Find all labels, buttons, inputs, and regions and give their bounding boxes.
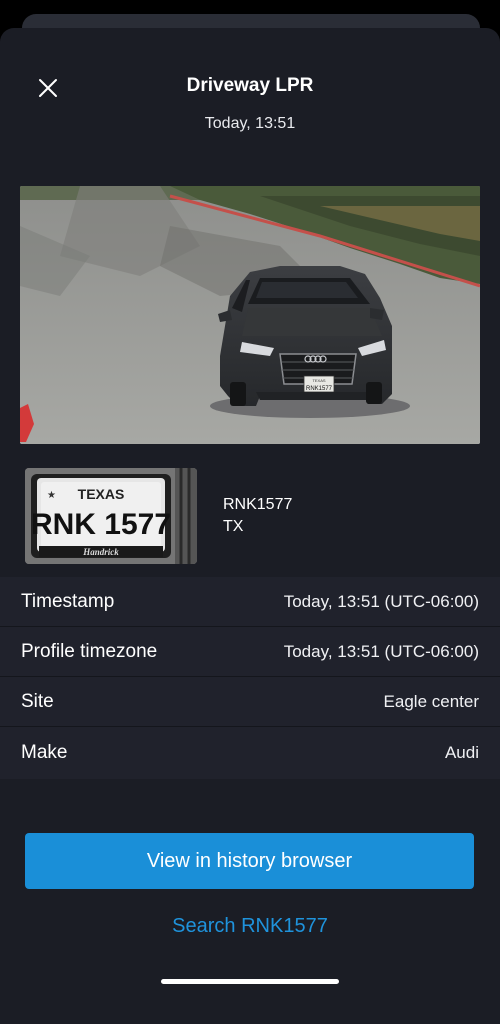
event-time: Today, 13:51 — [204, 115, 296, 132]
detail-label: Site — [21, 690, 54, 712]
snapshot-image: TEXAS RNK1577 — [20, 186, 480, 444]
home-indicator[interactable] — [161, 979, 339, 984]
detail-row-site: Site Eagle center — [0, 677, 500, 727]
detail-row-timestamp: Timestamp Today, 13:51 (UTC-06:00) — [0, 577, 500, 627]
detail-value: Audi — [444, 743, 479, 762]
detail-value: Eagle center — [383, 691, 479, 711]
search-plate-link[interactable]: Search RNK1577 — [0, 915, 500, 938]
plate-info: RNK1577 TX — [223, 494, 292, 538]
detail-label: Profile timezone — [21, 640, 158, 662]
event-detail-sheet: Driveway LPR Today, 13:51 TEXAS RNK1577 … — [0, 28, 500, 1024]
detail-label: Timestamp — [21, 590, 115, 612]
plate-crop-state: TEXAS — [78, 486, 125, 502]
plate-crop-number: RNK 1577 — [31, 508, 171, 541]
detail-row-profile-timezone: Profile timezone Today, 13:51 (UTC-06:00… — [0, 627, 500, 677]
details-list: Timestamp Today, 13:51 (UTC-06:00) Profi… — [0, 577, 500, 779]
detail-value: Today, 13:51 (UTC-06:00) — [283, 641, 479, 661]
page-title: Driveway LPR — [186, 75, 314, 96]
detail-row-make: Make Audi — [0, 727, 500, 779]
plate-crop-image[interactable]: TEXAS ★ RNK 1577 Handrick — [25, 468, 197, 564]
detail-value: Today, 13:51 (UTC-06:00) — [283, 591, 479, 611]
detail-label: Make — [21, 742, 68, 763]
plate-crop-graphic: TEXAS ★ RNK 1577 Handrick — [25, 468, 197, 564]
svg-text:★: ★ — [47, 490, 56, 501]
plate-frame-text: Handrick — [82, 547, 119, 557]
view-history-button[interactable]: View in history browser — [25, 833, 474, 889]
camera-snapshot[interactable]: TEXAS RNK1577 — [20, 186, 480, 444]
plate-number: RNK1577 — [223, 496, 293, 513]
snapshot-plate-state: TEXAS — [312, 378, 325, 383]
plate-state: TX — [223, 518, 244, 535]
snapshot-plate-number: RNK1577 — [306, 386, 333, 392]
